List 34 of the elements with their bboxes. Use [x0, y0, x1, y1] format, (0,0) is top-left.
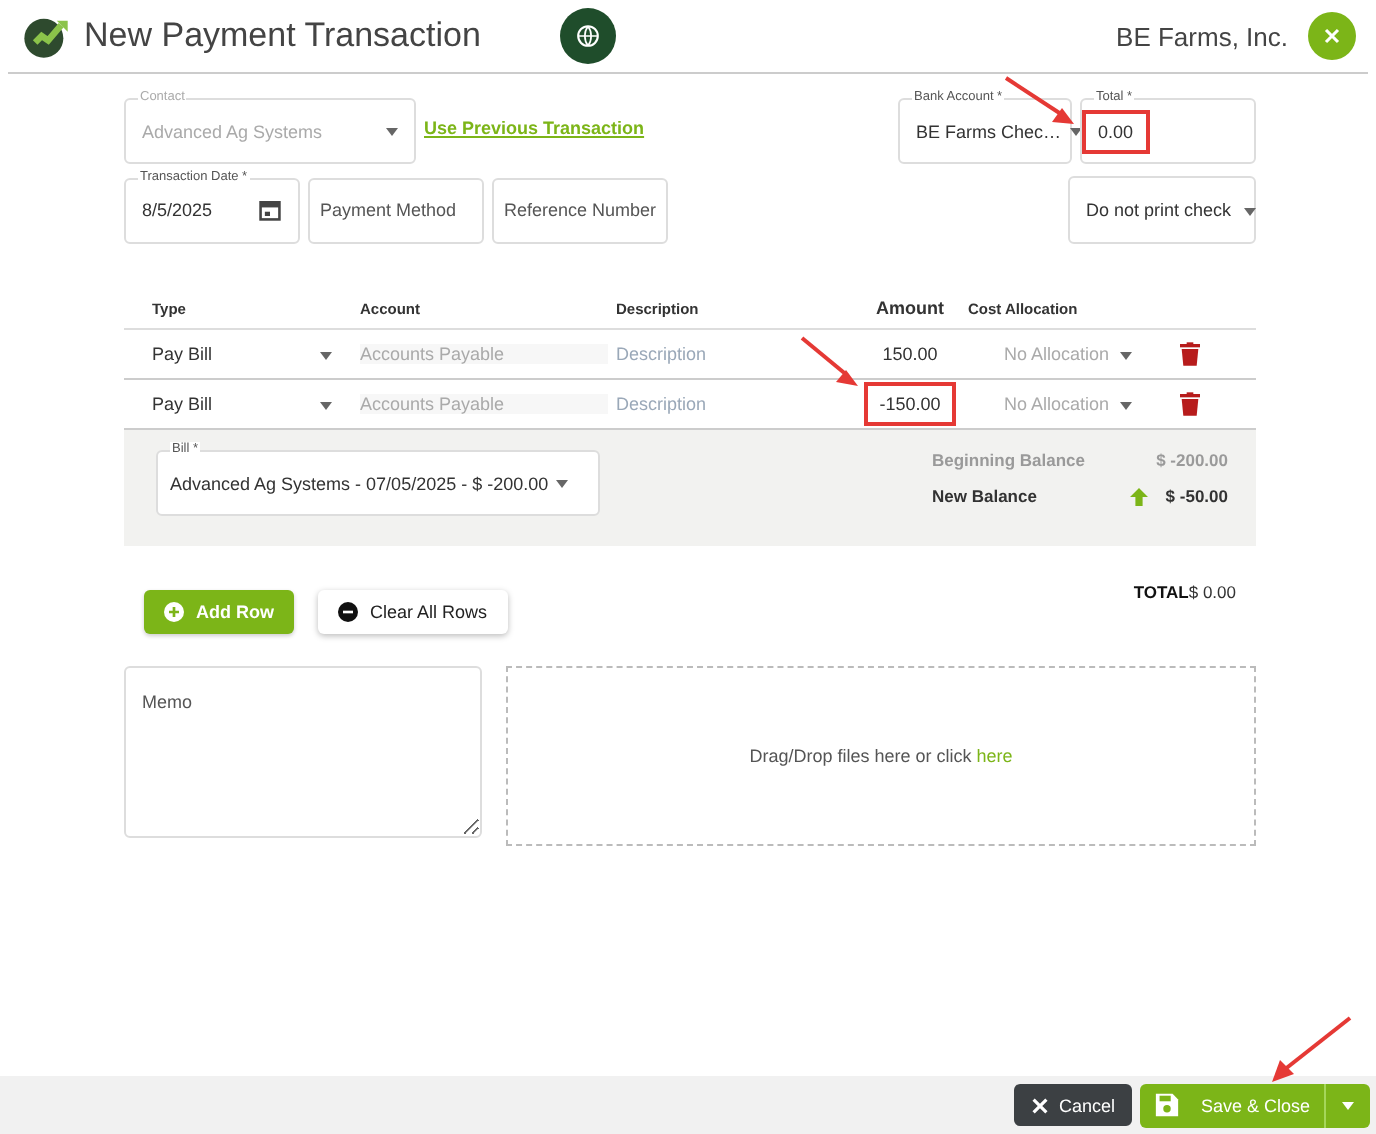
- drop-instructions: Drag/Drop files here or click here: [749, 746, 1013, 766]
- close-icon: [1032, 1097, 1049, 1113]
- memo-field[interactable]: Memo: [124, 666, 482, 838]
- plus-icon: [164, 602, 184, 622]
- payment-method-field[interactable]: Payment Method: [308, 177, 484, 243]
- print-check-select[interactable]: Do not print check: [1068, 176, 1256, 244]
- annotation-arrow: [800, 336, 860, 388]
- reference-number-field[interactable]: Reference Number: [492, 177, 668, 243]
- globe-icon: [574, 22, 602, 50]
- file-drop-zone[interactable]: Drag/Drop files here or click here: [506, 666, 1256, 846]
- balance-label: Beginning Balance: [932, 450, 1086, 470]
- type-select[interactable]: Pay Bill: [152, 343, 360, 365]
- minus-icon: [338, 602, 358, 622]
- trash-icon[interactable]: [1180, 342, 1200, 366]
- save-icon: [1154, 1092, 1181, 1118]
- balance-value: $ -50.00: [1165, 486, 1228, 506]
- up-arrow-icon: [1130, 487, 1149, 505]
- trash-icon[interactable]: [1180, 392, 1200, 416]
- type-select[interactable]: Pay Bill: [152, 393, 360, 415]
- window-title: New Payment Transaction: [84, 16, 483, 56]
- annotation-arrow: [1268, 1016, 1352, 1084]
- column-header: Amount: [874, 298, 946, 318]
- calendar-icon[interactable]: [258, 198, 282, 222]
- total-label: TOTAL: [1133, 582, 1189, 602]
- clear-all-rows-button[interactable]: Clear All Rows: [318, 590, 508, 634]
- annotation-arrow: [1004, 76, 1076, 128]
- globe-button[interactable]: [560, 8, 616, 64]
- balance-value: $ -200.00: [1156, 450, 1228, 470]
- organization-name: BE Farms, Inc.: [1116, 21, 1288, 51]
- amount-field[interactable]: -150.00: [867, 386, 953, 422]
- balance-label: New Balance: [932, 486, 1037, 506]
- amount-field[interactable]: 150.00: [870, 336, 950, 372]
- total-value: $ 0.00: [1188, 582, 1236, 602]
- cancel-button[interactable]: Cancel: [1014, 1084, 1133, 1126]
